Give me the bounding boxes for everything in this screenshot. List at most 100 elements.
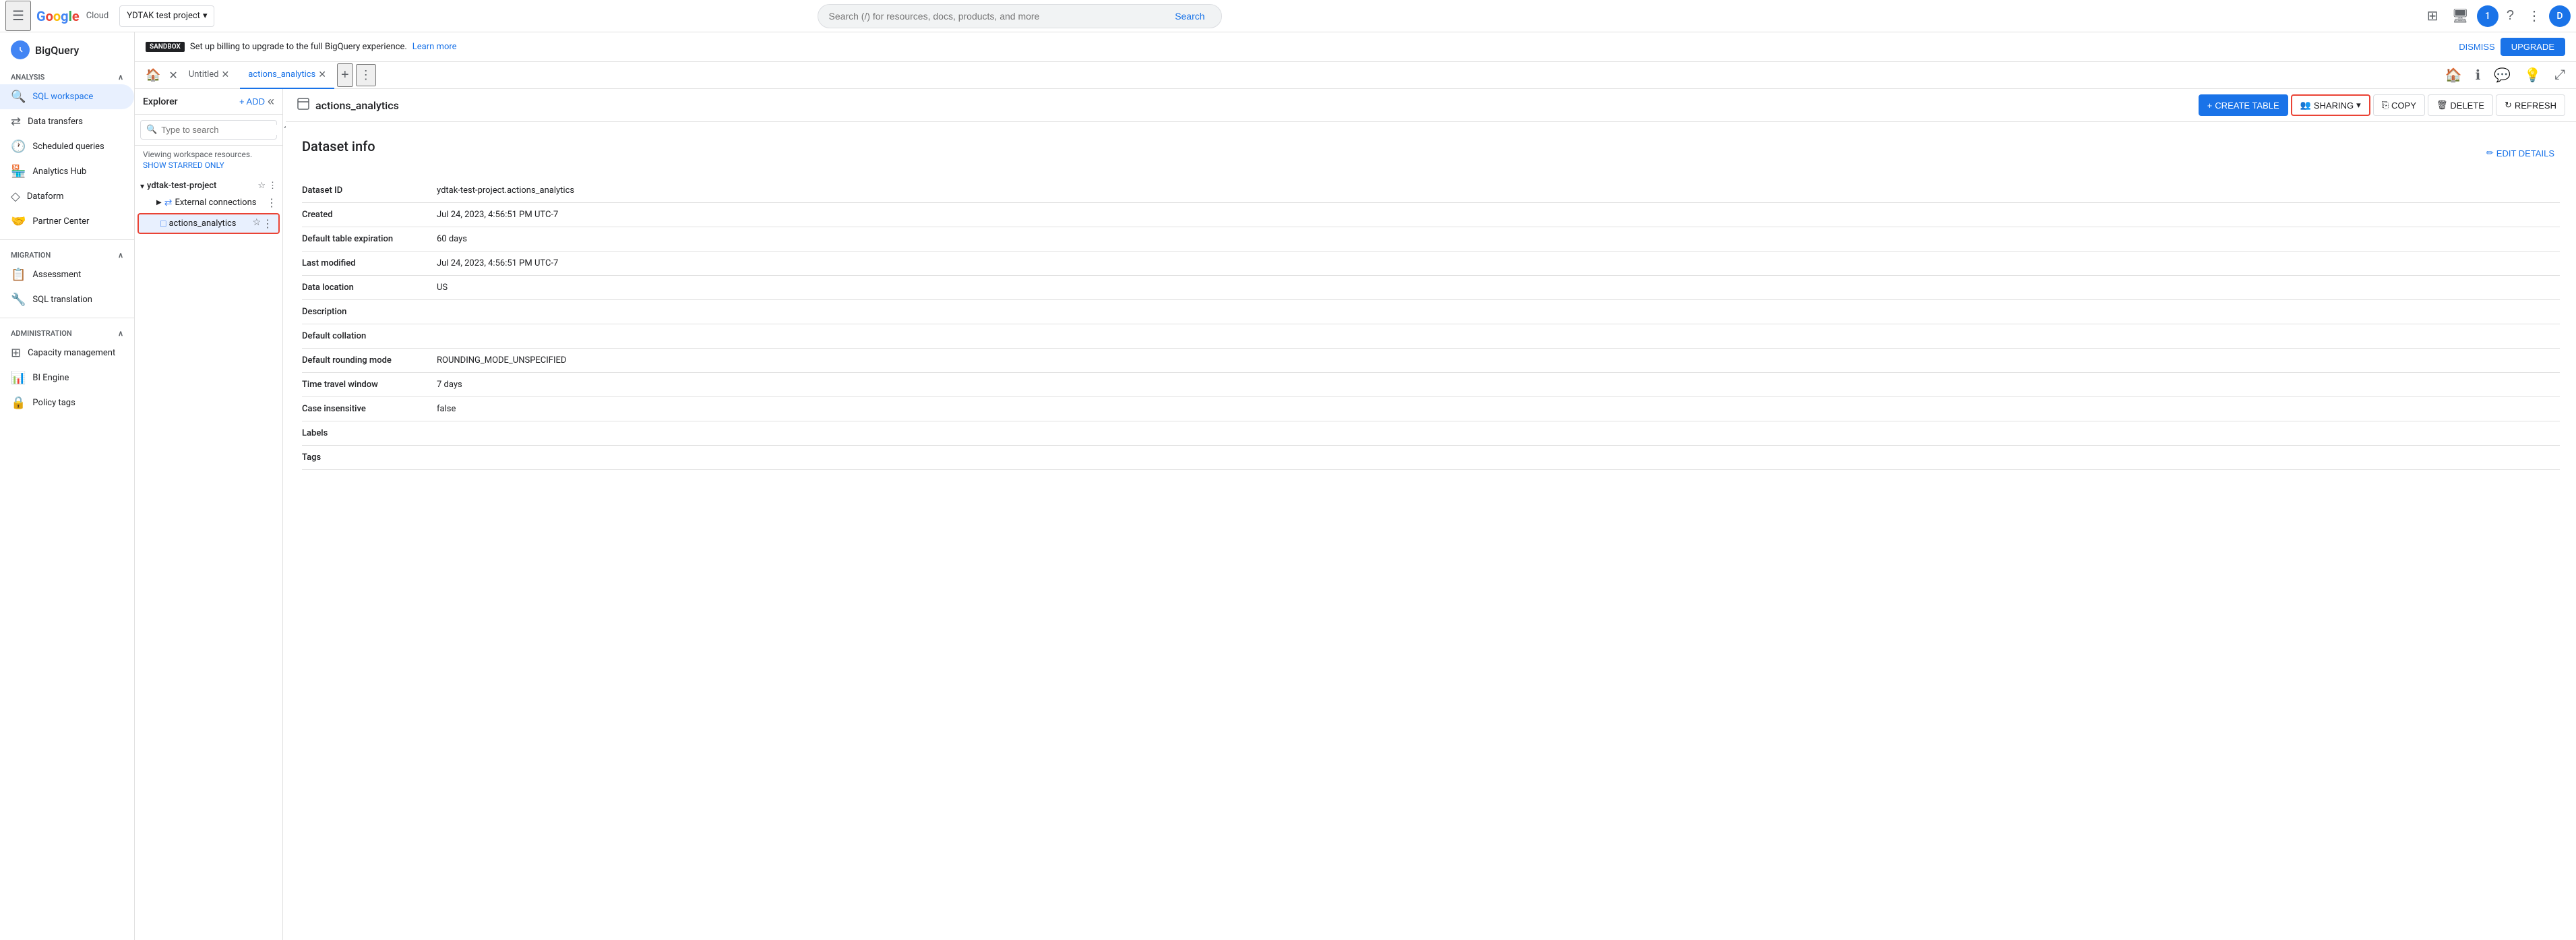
tab-info-btn[interactable]: ℹ <box>2470 61 2486 89</box>
sidebar-item-data-transfers[interactable]: ⇄ Data transfers <box>0 109 134 134</box>
close-actions-analytics-tab[interactable]: ✕ <box>318 69 326 80</box>
notifications-icon[interactable]: 🖥 <box>2446 2 2474 30</box>
copy-icon: ⎘ <box>2382 100 2389 111</box>
tree-project-star[interactable]: ☆ <box>257 181 266 191</box>
bq-header: BigQuery <box>0 32 134 67</box>
create-table-icon: + <box>2207 100 2213 111</box>
sidebar-item-label: SQL workspace <box>32 92 93 102</box>
table-row: Default rounding mode ROUNDING_MODE_UNSP… <box>302 349 2560 373</box>
field-value: false <box>437 397 2560 421</box>
refresh-button[interactable]: ↻ REFRESH <box>2496 94 2565 116</box>
tree-expand-icon: ▾ <box>140 181 144 191</box>
sidebar-item-label: Assessment <box>32 270 81 280</box>
tree-item-star[interactable]: ☆ <box>252 217 261 230</box>
edit-details-button[interactable]: ✏ EDIT DETAILS <box>2481 145 2560 161</box>
learn-more-link[interactable]: Learn more <box>412 42 457 52</box>
search-button[interactable]: Search <box>1169 8 1210 24</box>
table-row: Labels <box>302 421 2560 446</box>
analysis-collapse-icon[interactable]: ∧ <box>118 73 123 82</box>
dataset-info-header: Dataset info ✏ EDIT DETAILS <box>302 138 2560 168</box>
migration-collapse-icon[interactable]: ∧ <box>118 251 123 260</box>
sidebar-item-capacity-management[interactable]: ⊞ Capacity management <box>0 341 134 365</box>
project-dropdown-icon: ▾ <box>203 11 208 21</box>
edit-icon: ✏ <box>2486 148 2494 158</box>
tree-item-external-connections[interactable]: ▶ ⇄ External connections ⋮ <box>135 194 282 212</box>
dismiss-button[interactable]: DISMISS <box>2459 42 2494 52</box>
table-row: Tags <box>302 446 2560 470</box>
tree-project[interactable]: ▾ ydtak-test-project ☆ ⋮ <box>135 178 282 194</box>
more-tabs-button[interactable]: ⋮ <box>356 64 376 86</box>
menu-icon[interactable]: ☰ <box>5 1 31 31</box>
explorer-actions: + ADD « <box>239 94 274 109</box>
tab-close-home[interactable]: ✕ <box>168 69 177 82</box>
help-icon[interactable]: ? <box>2501 3 2519 29</box>
sidebar-item-bi-engine[interactable]: 📊 BI Engine <box>0 365 134 390</box>
add-tab-button[interactable]: + <box>337 63 353 87</box>
administration-collapse-icon[interactable]: ∧ <box>118 329 123 338</box>
more-options-icon[interactable]: ⋮ <box>2522 2 2546 30</box>
policy-tags-icon: 🔒 <box>11 396 26 410</box>
toolbar-actions: + CREATE TABLE 👥 SHARING ▾ ⎘ COPY <box>2199 94 2565 116</box>
tree-item-label: External connections <box>175 198 256 208</box>
main-content: SANDBOX Set up billing to upgrade to the… <box>135 32 2576 940</box>
tab-untitled[interactable]: Untitled ✕ <box>181 62 237 89</box>
nav-right: ⊞ 🖥 1 ? ⋮ D <box>2422 2 2571 30</box>
dataset-name: actions_analytics <box>315 99 399 112</box>
copy-button[interactable]: ⎘ COPY <box>2373 94 2425 116</box>
search-input[interactable] <box>829 11 1170 22</box>
show-starred-link[interactable]: SHOW STARRED ONLY <box>143 159 274 171</box>
analysis-section-label: Analysis ∧ <box>0 67 134 84</box>
sidebar-item-assessment[interactable]: 📋 Assessment <box>0 262 134 287</box>
migration-section-label: Migration ∧ <box>0 245 134 262</box>
field-value: Jul 24, 2023, 4:56:51 PM UTC-7 <box>437 252 2560 276</box>
user-avatar[interactable]: D <box>2549 5 2571 27</box>
tree-item-actions-analytics[interactable]: □ actions_analytics ☆ ⋮ <box>137 213 280 234</box>
dataform-icon: ◇ <box>11 189 20 204</box>
explorer-search-field[interactable] <box>161 125 280 135</box>
table-row: Time travel window 7 days <box>302 373 2560 397</box>
bigquery-icon <box>11 40 30 59</box>
dataset-info-title: Dataset info <box>302 138 375 154</box>
sidebar-item-label: SQL translation <box>32 295 92 305</box>
google-cloud-logo: Google Cloud <box>36 8 109 24</box>
sandbox-badge: SANDBOX <box>146 42 185 52</box>
create-table-button[interactable]: + CREATE TABLE <box>2199 94 2288 116</box>
tab-home-icon[interactable]: 🏠 <box>140 63 166 88</box>
search-bar: Search <box>818 4 1222 28</box>
sidebar-item-sql-workspace[interactable]: 🔍 SQL workspace <box>0 84 134 109</box>
apps-icon[interactable]: ⊞ <box>2422 2 2444 30</box>
explorer-header: Explorer + ADD « <box>135 89 282 115</box>
avatar[interactable]: 1 <box>2477 5 2498 27</box>
field-label: Default rounding mode <box>302 349 437 373</box>
table-row: Created Jul 24, 2023, 4:56:51 PM UTC-7 <box>302 203 2560 227</box>
field-value: Jul 24, 2023, 4:56:51 PM UTC-7 <box>437 203 2560 227</box>
explorer-collapse-button[interactable]: « <box>268 94 274 109</box>
dataset-info-table: Dataset ID ydtak-test-project.actions_an… <box>302 179 2560 470</box>
delete-button[interactable]: 🗑 DELETE <box>2428 94 2493 116</box>
cloud-logo-text: Cloud <box>86 11 109 21</box>
project-selector[interactable]: YDTAK test project ▾ <box>119 5 214 27</box>
sidebar-item-scheduled-queries[interactable]: 🕐 Scheduled queries <box>0 134 134 159</box>
tab-actions-analytics[interactable]: actions_analytics ✕ <box>240 62 334 89</box>
tab-expand-btn[interactable]: ⤢ <box>2549 61 2571 89</box>
tree-item-more[interactable]: ⋮ <box>262 217 273 230</box>
tree-project-more[interactable]: ⋮ <box>268 181 277 191</box>
sharing-button[interactable]: 👥 SHARING ▾ <box>2291 94 2370 116</box>
table-row: Last modified Jul 24, 2023, 4:56:51 PM U… <box>302 252 2560 276</box>
close-untitled-tab[interactable]: ✕ <box>222 69 230 80</box>
sidebar-item-sql-translation[interactable]: 🔧 SQL translation <box>0 287 134 312</box>
tab-lightbulb-btn[interactable]: 💡 <box>2519 61 2546 89</box>
upgrade-button[interactable]: UPGRADE <box>2501 38 2565 56</box>
sidebar-item-dataform[interactable]: ◇ Dataform <box>0 184 134 209</box>
sharing-icon: 👥 <box>2300 100 2311 111</box>
tab-home-btn[interactable]: 🏠 <box>2440 61 2467 89</box>
sidebar-item-partner-center[interactable]: 🤝 Partner Center <box>0 209 134 234</box>
sidebar-item-policy-tags[interactable]: 🔒 Policy tags <box>0 390 134 415</box>
tab-chat-btn[interactable]: 💬 <box>2488 61 2516 89</box>
tree-item-more-external[interactable]: ⋮ <box>266 196 277 209</box>
field-label: Dataset ID <box>302 179 437 203</box>
field-value <box>437 324 2560 349</box>
explorer-add-button[interactable]: + ADD <box>239 96 265 107</box>
tree-project-name: ydtak-test-project <box>147 181 216 191</box>
sidebar-item-analytics-hub[interactable]: 🏪 Analytics Hub <box>0 159 134 184</box>
